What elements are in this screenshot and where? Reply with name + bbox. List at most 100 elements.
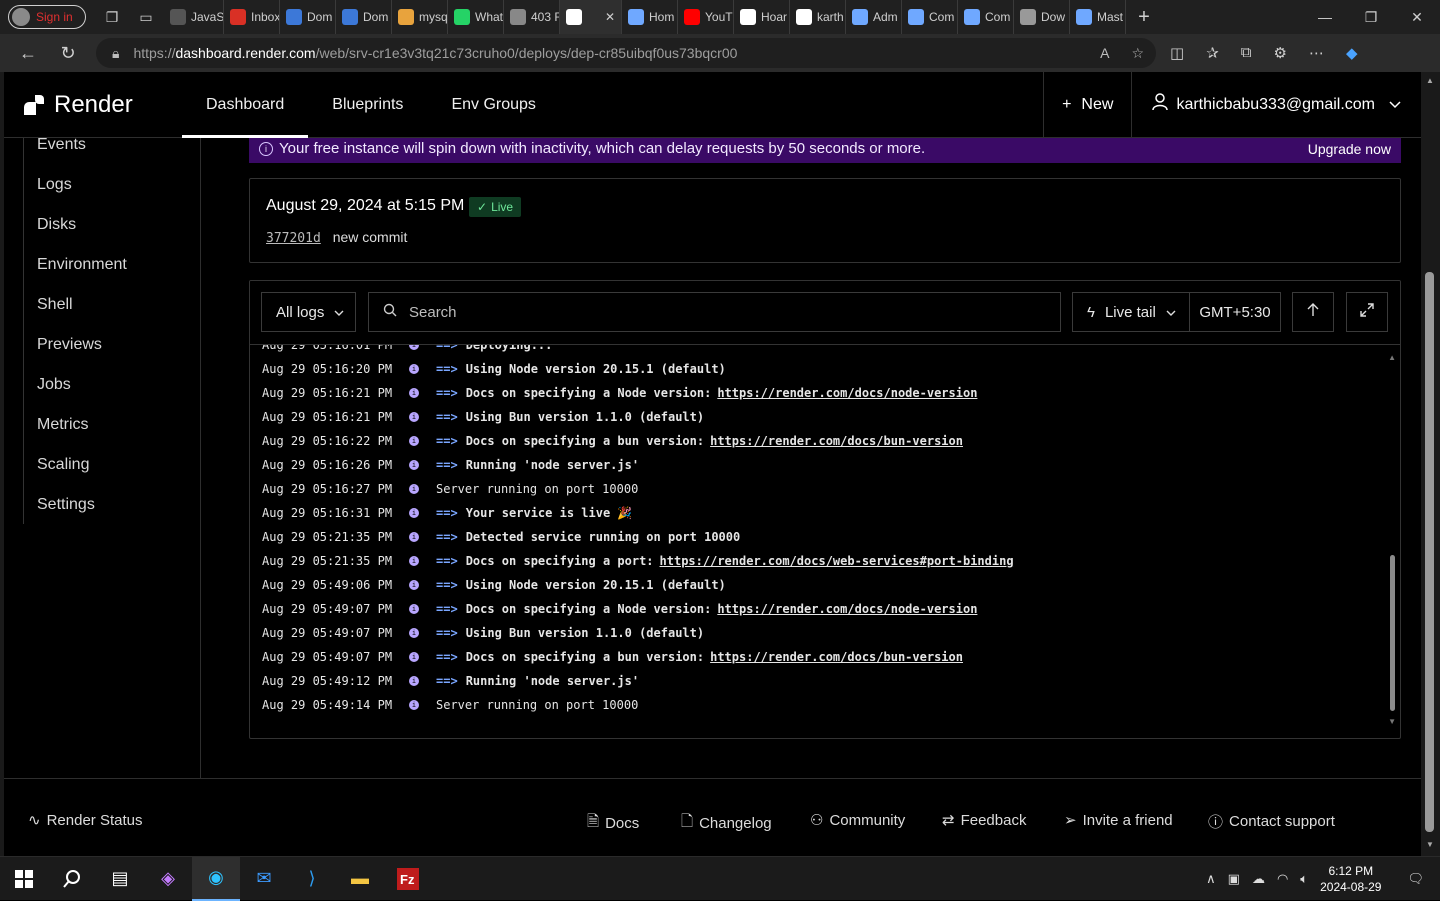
search-icon[interactable] <box>48 857 96 901</box>
footer-contact-support[interactable]: ⓘ Contact support <box>1208 811 1335 832</box>
browser-tab[interactable]: JavaS <box>164 0 224 34</box>
browser-tab[interactable]: 403 F <box>504 0 560 34</box>
footer-feedback[interactable]: ⇄ Feedback <box>942 811 1026 830</box>
tab-favicon-icon <box>908 9 924 25</box>
browser-tab[interactable]: Com <box>902 0 958 34</box>
sidebar-item-scaling[interactable]: Scaling <box>37 456 89 474</box>
scroll-top-button[interactable] <box>1292 292 1334 332</box>
log-docs-link[interactable]: https://render.com/docs/node-version <box>717 386 977 400</box>
footer-docs[interactable]: 🗎︎ Docs <box>587 811 639 836</box>
log-docs-link[interactable]: https://render.com/docs/bun-version <box>710 650 963 664</box>
volume-icon[interactable]: 🔈︎ <box>1300 871 1308 887</box>
edge-icon[interactable]: ◉ <box>192 856 240 901</box>
log-output[interactable]: Aug 29 05:16:01 PM i ==> Deploying... Aug 29… <box>250 345 1400 738</box>
file-explorer-icon[interactable]: ▬ <box>336 857 384 901</box>
new-tab-icon[interactable]: + <box>1134 6 1154 28</box>
sidebar-item-environment[interactable]: Environment <box>37 256 127 274</box>
browser-tab[interactable]: Com <box>958 0 1014 34</box>
workspaces-icon[interactable]: ❐ <box>102 7 122 27</box>
back-icon[interactable]: ← <box>8 43 48 64</box>
browser-tab[interactable]: Hoar <box>734 0 790 34</box>
timezone-select[interactable]: GMT+5:30 <box>1189 292 1281 332</box>
collections-icon[interactable]: ⧉ <box>1241 44 1252 62</box>
restore-icon[interactable]: ❐ <box>1348 9 1394 26</box>
copilot-icon[interactable]: ◈ <box>144 857 192 901</box>
profile-signin-button[interactable]: Sign in <box>8 5 86 29</box>
browser-tab[interactable]: YouT <box>678 0 734 34</box>
page-scroll-up-icon[interactable]: ▲ <box>1426 76 1434 85</box>
close-tab-icon[interactable]: ✕ <box>605 10 615 24</box>
sidebar-item-events[interactable]: Events <box>37 136 86 154</box>
footer-invite[interactable]: ➢ Invite a friend <box>1064 811 1173 830</box>
browser-tab[interactable]: Inbox <box>224 0 280 34</box>
log-filter-select[interactable]: All logs <box>261 292 356 332</box>
sidebar-item-settings[interactable]: Settings <box>37 496 95 514</box>
user-menu-button[interactable]: karthicbabu333@gmail.com <box>1131 72 1421 138</box>
fullscreen-button[interactable] <box>1346 292 1388 332</box>
browser-tab[interactable]: karth <box>790 0 846 34</box>
nav-dashboard[interactable]: Dashboard <box>182 72 309 138</box>
meet-icon[interactable]: ▣ <box>1228 871 1240 887</box>
mail-icon[interactable]: ✉ <box>240 857 288 901</box>
wifi-icon[interactable]: ◠ <box>1277 871 1288 887</box>
sidebar-item-previews[interactable]: Previews <box>37 336 102 354</box>
favorite-star-icon[interactable]: ☆ <box>1131 45 1144 62</box>
page-scrollbar[interactable]: ▲ ▼ <box>1421 72 1440 856</box>
close-window-icon[interactable]: ✕ <box>1394 9 1440 26</box>
nav-blueprints[interactable]: Blueprints <box>308 72 427 138</box>
log-timestamp: Aug 29 05:16:21 PM <box>262 386 393 400</box>
minimize-icon[interactable]: — <box>1302 9 1348 26</box>
sidebar-item-disks[interactable]: Disks <box>37 216 76 234</box>
footer-changelog[interactable]: 🗋︎ Changelog <box>681 811 772 836</box>
check-icon: ✓ <box>477 200 488 214</box>
browser-tab[interactable]: Hom <box>622 0 678 34</box>
sidebar-item-shell[interactable]: Shell <box>37 296 73 314</box>
footer-render-status[interactable]: ∿ Render Status <box>28 811 142 830</box>
sidebar-item-metrics[interactable]: Metrics <box>37 416 89 434</box>
favorites-icon[interactable]: ✰ <box>1206 44 1219 62</box>
upgrade-now-link[interactable]: Upgrade now <box>1308 141 1391 157</box>
browser-tab[interactable]: Mast <box>1070 0 1126 34</box>
filezilla-icon[interactable]: Fz <box>384 857 432 901</box>
more-icon[interactable]: ⋯ <box>1309 44 1324 62</box>
log-docs-link[interactable]: https://render.com/docs/web-services#por… <box>660 554 1014 568</box>
read-aloud-icon[interactable]: A <box>1100 45 1109 62</box>
footer-community[interactable]: ⚇ Community <box>810 811 905 830</box>
log-scrollbar-thumb[interactable] <box>1390 555 1395 711</box>
log-scroll-down-icon[interactable]: ▼ <box>1388 717 1396 726</box>
onedrive-icon[interactable]: ☁ <box>1252 871 1265 887</box>
task-view-icon[interactable]: ▤ <box>96 857 144 901</box>
notifications-icon[interactable]: 🗨︎ <box>1407 871 1424 887</box>
browser-tab[interactable]: What <box>448 0 504 34</box>
log-scroll-up-icon[interactable]: ▲ <box>1388 353 1396 362</box>
url-field[interactable]: 🔒︎ https://dashboard.render.com/web/srv-… <box>96 38 1156 68</box>
sidebar-item-jobs[interactable]: Jobs <box>37 376 71 394</box>
tab-label: JavaS <box>191 10 224 24</box>
live-tail-button[interactable]: ϟ Live tail <box>1072 292 1190 332</box>
render-logo[interactable]: Render <box>24 91 182 119</box>
tab-actions-icon[interactable]: ▭ <box>136 7 156 27</box>
extensions-icon[interactable]: ⚙ <box>1273 44 1286 62</box>
chevron-up-icon[interactable]: ∧ <box>1206 871 1216 887</box>
new-button[interactable]: + New <box>1043 72 1131 138</box>
log-search-input[interactable]: Search <box>368 292 1061 332</box>
log-docs-link[interactable]: https://render.com/docs/node-version <box>717 602 977 616</box>
browser-tab[interactable]: Adm <box>846 0 902 34</box>
copilot-icon[interactable]: ◆ <box>1346 44 1358 62</box>
page-scroll-down-icon[interactable]: ▼ <box>1426 840 1434 849</box>
refresh-icon[interactable]: ↻ <box>48 43 88 64</box>
browser-tab[interactable]: Dom <box>280 0 336 34</box>
split-screen-icon[interactable]: ◫ <box>1170 44 1184 62</box>
browser-tab[interactable]: Dow <box>1014 0 1070 34</box>
nav-env-groups[interactable]: Env Groups <box>427 72 559 138</box>
log-docs-link[interactable]: https://render.com/docs/bun-version <box>710 434 963 448</box>
browser-tab[interactable]: Dom <box>336 0 392 34</box>
start-icon[interactable] <box>0 857 48 901</box>
page-scrollbar-thumb[interactable] <box>1425 272 1434 832</box>
commit-hash-link[interactable]: 377201d <box>266 231 321 246</box>
browser-tab[interactable]: mysq <box>392 0 448 34</box>
sidebar-item-logs[interactable]: Logs <box>37 176 72 194</box>
vscode-icon[interactable]: ⟩ <box>288 857 336 901</box>
browser-tab[interactable]: ✕ <box>560 0 622 34</box>
clock[interactable]: 6:12 PM 2024-08-29 <box>1320 863 1381 895</box>
